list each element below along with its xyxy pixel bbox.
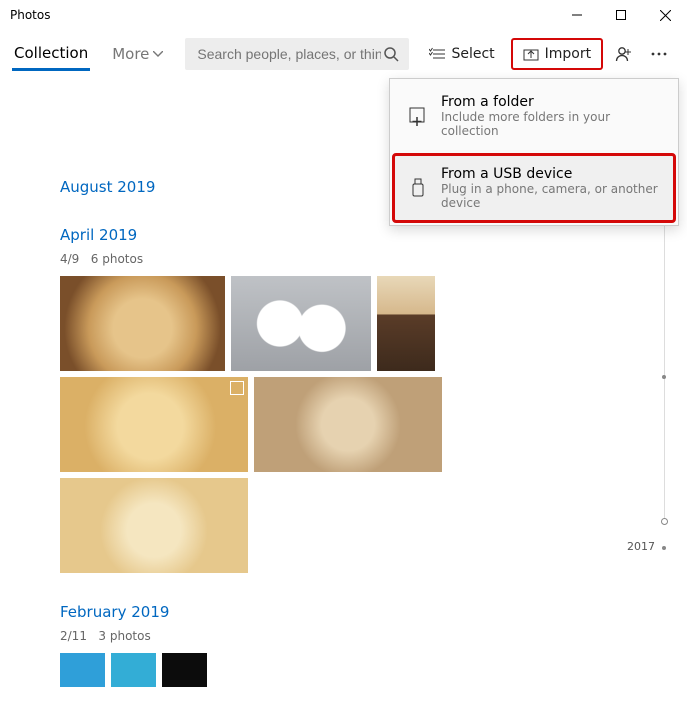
photo-thumbnail[interactable] — [60, 377, 248, 472]
folder-add-icon — [407, 106, 429, 126]
month-header[interactable]: April 2019 — [60, 226, 627, 244]
month-header[interactable]: February 2019 — [60, 603, 627, 621]
photo-thumbnail[interactable] — [254, 377, 442, 472]
close-button[interactable] — [643, 0, 687, 30]
tab-collection[interactable]: Collection — [12, 38, 90, 71]
month-date: 4/9 — [60, 252, 79, 266]
maximize-button[interactable] — [599, 0, 643, 30]
photo-checkbox[interactable] — [230, 381, 244, 395]
section-april-2019: April 2019 4/9 6 photos — [60, 226, 627, 573]
month-subheader: 2/11 3 photos — [60, 629, 627, 643]
chevron-down-icon — [153, 51, 163, 57]
photo-grid — [60, 276, 627, 573]
timeline-marker[interactable] — [662, 546, 666, 550]
import-button[interactable]: Import — [511, 38, 603, 70]
import-menu: From a folder Include more folders in yo… — [389, 78, 679, 226]
photo-thumbnail[interactable] — [60, 276, 225, 371]
photo-grid — [60, 653, 627, 687]
photo-thumbnail[interactable] — [162, 653, 207, 687]
timeline-year: 2017 — [627, 540, 655, 553]
select-icon — [429, 47, 445, 61]
more-button[interactable] — [643, 38, 675, 70]
window-controls — [555, 0, 687, 30]
toolbar: Collection More Select Import — [0, 30, 687, 78]
titlebar: Photos — [0, 0, 687, 30]
tab-more-label: More — [112, 45, 149, 63]
import-icon — [523, 47, 539, 61]
photo-thumbnail[interactable] — [231, 276, 371, 371]
person-icon — [615, 46, 631, 62]
import-folder-title: From a folder — [441, 94, 661, 110]
tab-more[interactable]: More — [112, 45, 163, 63]
import-folder-sub: Include more folders in your collection — [441, 110, 661, 138]
select-button[interactable]: Select — [417, 38, 506, 70]
search-box[interactable] — [185, 38, 409, 70]
import-usb-sub: Plug in a phone, camera, or another devi… — [441, 182, 661, 210]
more-icon — [651, 52, 667, 56]
timeline-scrubber[interactable]: 2017 — [647, 220, 677, 570]
timeline-marker[interactable] — [662, 375, 666, 379]
month-count: 6 photos — [91, 252, 143, 266]
usb-icon — [407, 178, 429, 198]
minimize-button[interactable] — [555, 0, 599, 30]
section-february-2019: February 2019 2/11 3 photos — [60, 603, 627, 687]
photo-thumbnail[interactable] — [60, 478, 248, 573]
import-label: Import — [545, 46, 591, 62]
month-date: 2/11 — [60, 629, 87, 643]
month-subheader: 4/9 6 photos — [60, 252, 627, 266]
import-usb-title: From a USB device — [441, 166, 661, 182]
search-icon[interactable] — [383, 46, 399, 62]
import-from-usb[interactable]: From a USB device Plug in a phone, camer… — [392, 153, 676, 223]
timeline-marker[interactable] — [661, 518, 668, 525]
month-count: 3 photos — [98, 629, 150, 643]
search-input[interactable] — [195, 45, 383, 63]
photo-thumbnail[interactable] — [111, 653, 156, 687]
select-label: Select — [451, 46, 494, 62]
photo-thumbnail[interactable] — [377, 276, 435, 371]
window-title: Photos — [10, 8, 50, 22]
photo-thumbnail[interactable] — [60, 653, 105, 687]
account-button[interactable] — [607, 38, 639, 70]
timeline-line — [664, 220, 665, 520]
import-from-folder[interactable]: From a folder Include more folders in yo… — [392, 81, 676, 151]
